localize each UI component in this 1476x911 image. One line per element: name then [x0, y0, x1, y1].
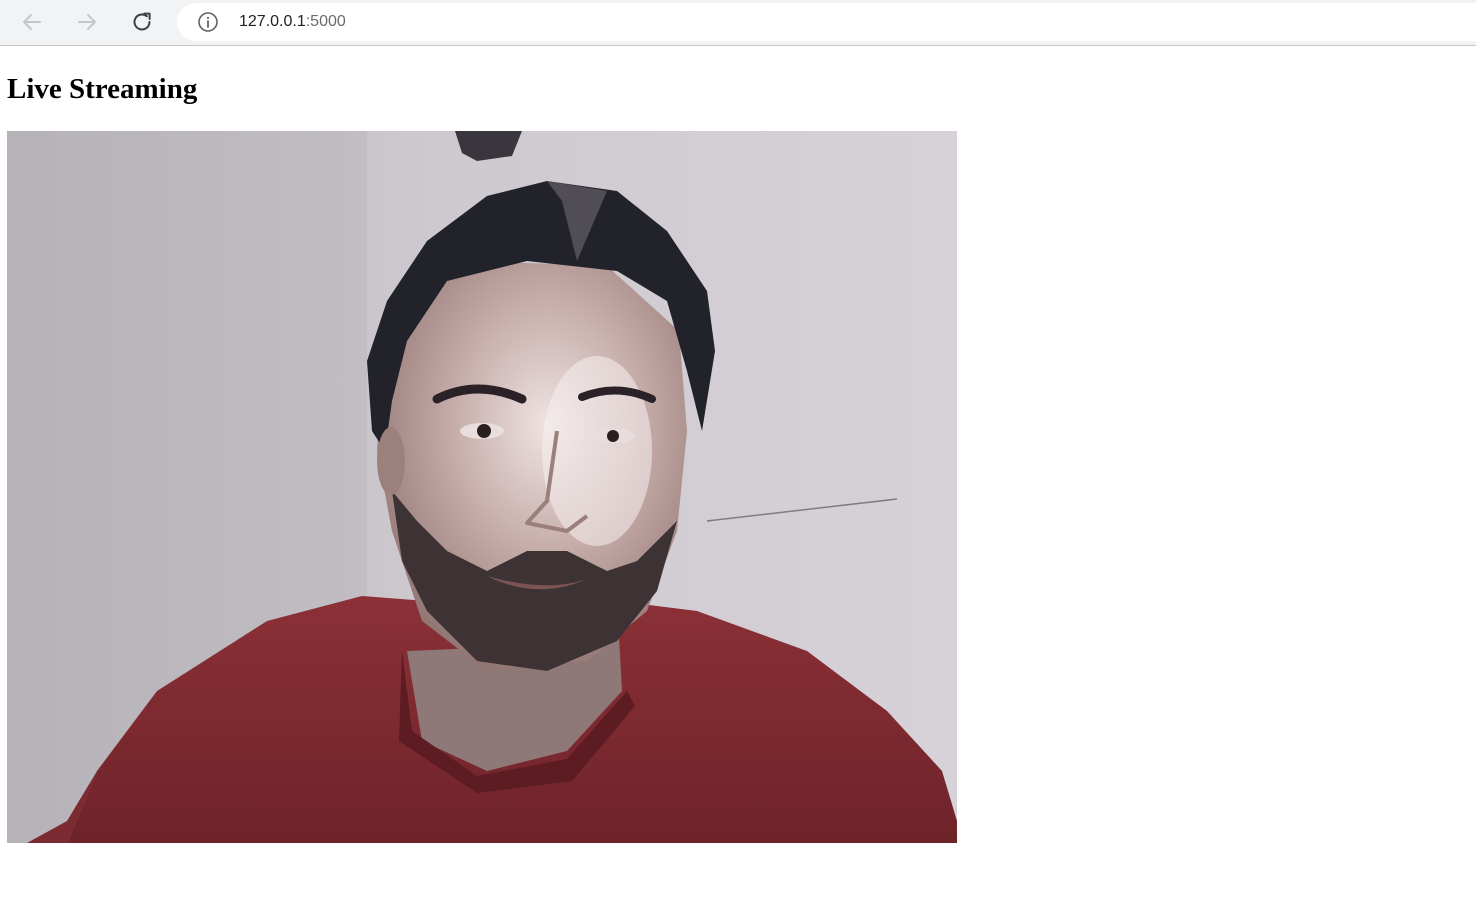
- url-host: 127.0.0.1: [239, 13, 306, 30]
- address-bar[interactable]: 127.0.0.1:5000: [177, 3, 1476, 41]
- arrow-left-icon: [23, 14, 41, 30]
- url-port: :5000: [305, 13, 346, 30]
- video-stream: [7, 131, 957, 843]
- reload-button[interactable]: [125, 5, 159, 39]
- browser-toolbar: 127.0.0.1:5000: [0, 0, 1476, 46]
- page-title: Live Streaming: [7, 73, 198, 105]
- webcam-frame-image: [7, 131, 957, 843]
- reload-icon: [133, 12, 151, 31]
- url-text[interactable]: 127.0.0.1:5000: [239, 12, 346, 32]
- page-content: Live Streaming: [0, 46, 1476, 911]
- arrow-right-icon: [78, 14, 96, 30]
- forward-button[interactable]: [70, 5, 104, 39]
- back-button[interactable]: [15, 5, 49, 39]
- info-icon[interactable]: [197, 11, 219, 33]
